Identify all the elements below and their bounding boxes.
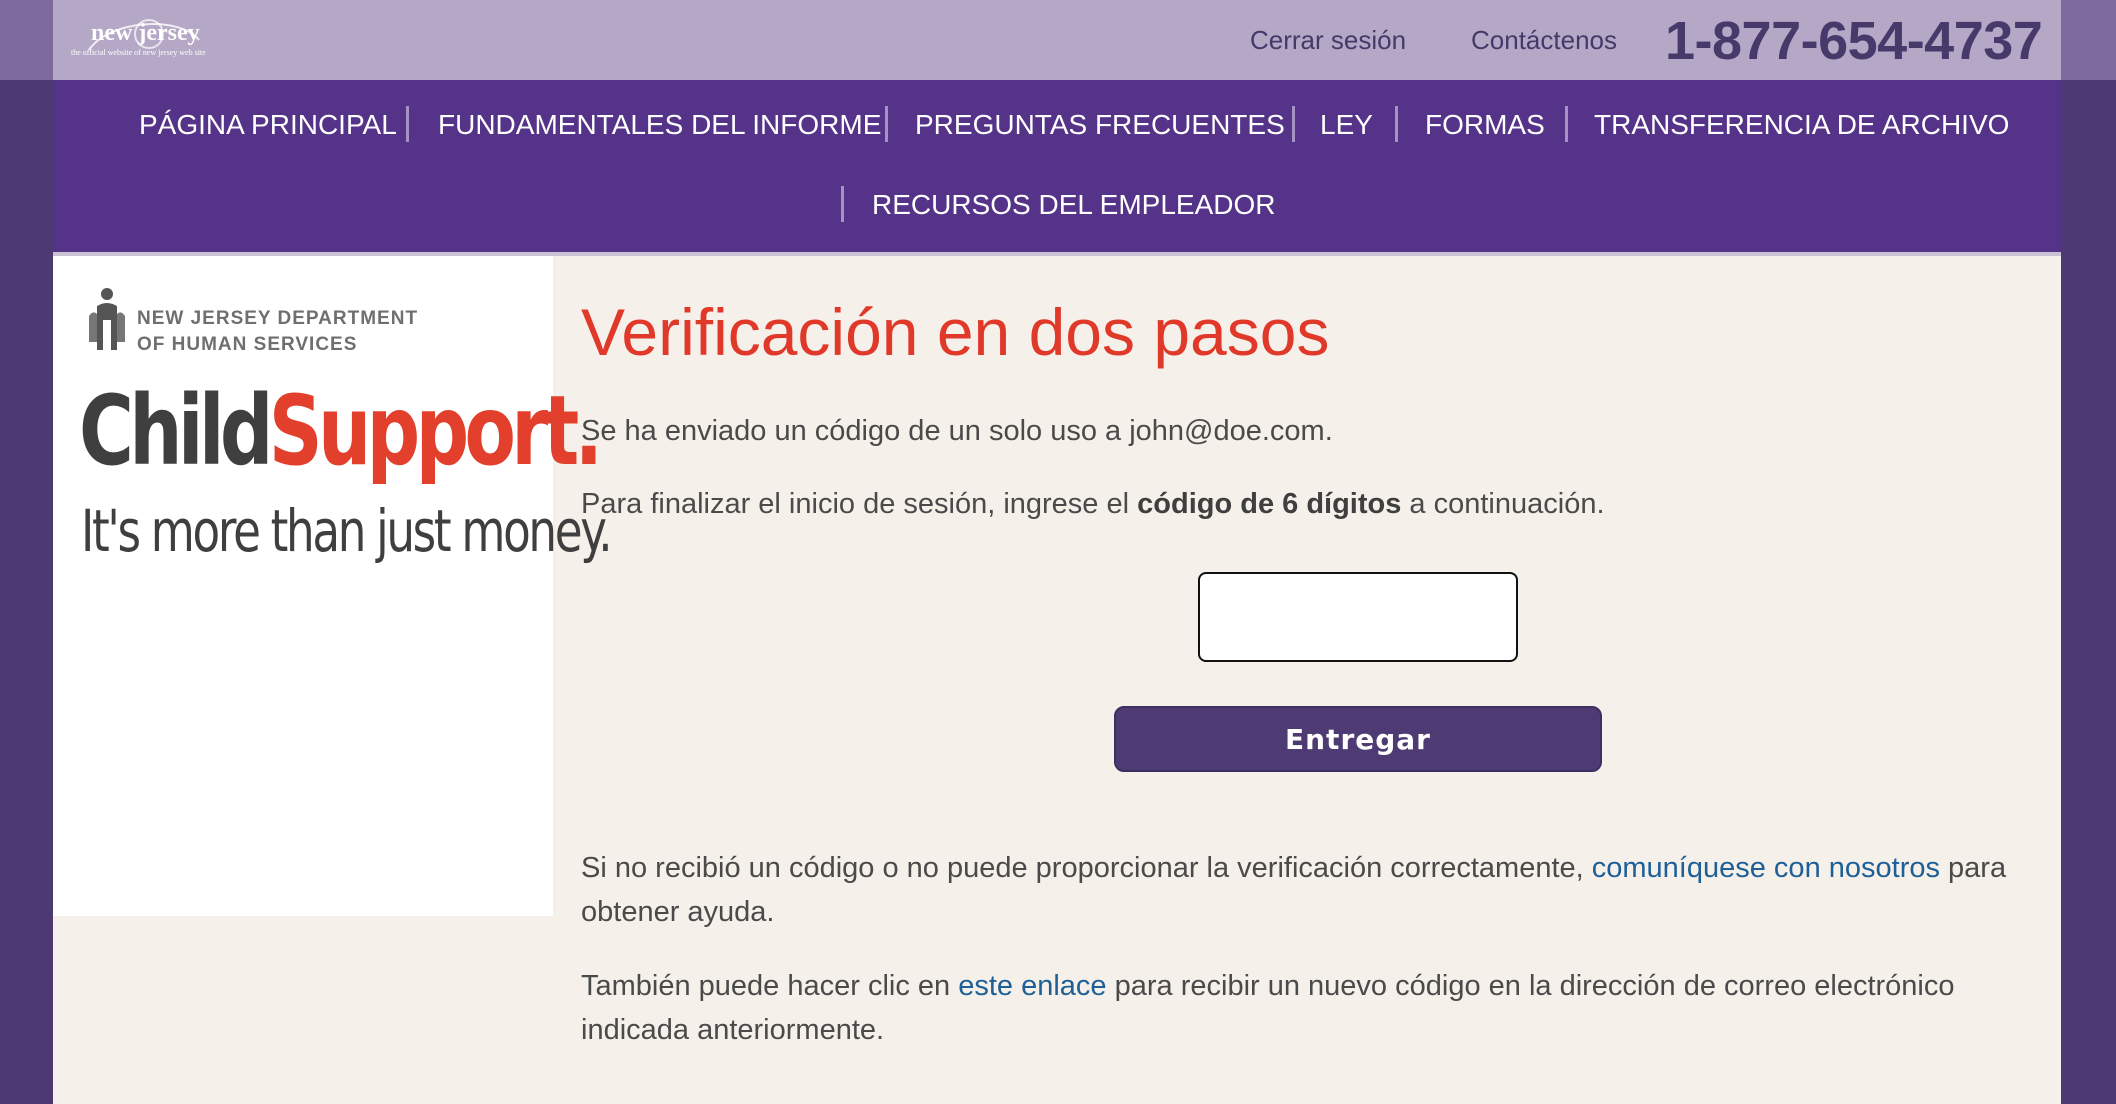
dhs-line2: OF HUMAN SERVICES [137,334,358,355]
contact-link[interactable]: Contáctenos [1471,25,1617,56]
child-support-logo: ChildSupport. [79,375,603,487]
nav-item-home[interactable]: PÁGINA PRINCIPAL [139,109,397,141]
instruction-bold: código de 6 dígitos [1137,488,1402,520]
nav-separator [841,186,844,222]
instruction-start: Para finalizar el inicio de sesión, ingr… [581,488,1138,520]
nav-item-file-transfer[interactable]: TRANSFERENCIA DE ARCHIVO [1594,109,2009,141]
resend-code-link[interactable]: este enlace [958,970,1106,1002]
logo-child: Child [79,375,273,487]
nj-logo-tagline: the official website of new jersey web s… [71,48,206,57]
dhs-name: NEW JERSEY DEPARTMENT OF HUMAN SERVICES [137,306,418,358]
nav-item-report-basics[interactable]: FUNDAMENTALES DEL INFORME [438,109,881,141]
utility-bar: new jersey the official website of new j… [53,0,2061,80]
instruction-text: Para finalizar el inicio de sesión, ingr… [581,482,1605,526]
nav-item-law[interactable]: LEY [1320,109,1373,141]
help-start: Si no recibió un código o no puede propo… [581,852,1592,884]
logo-support: Support. [268,375,603,487]
nav-item-faq[interactable]: PREGUNTAS FRECUENTES [915,109,1285,141]
logo-tagline: It's more than just money. [81,497,613,565]
nav-separator [1565,106,1568,142]
help-text: Si no recibió un código o no puede propo… [581,846,2031,934]
nj-logo[interactable]: new jersey the official website of new j… [69,10,219,70]
nav-separator [406,106,409,142]
resend-text: También puede hacer clic en este enlace … [581,964,2031,1052]
page-title: Verificación en dos pasos [581,295,1330,369]
page-container: new jersey the official website of new j… [53,0,2061,1104]
nav-separator [1292,106,1295,142]
sidebar: NEW JERSEY DEPARTMENT OF HUMAN SERVICES … [53,256,613,916]
logout-link[interactable]: Cerrar sesión [1250,25,1406,56]
nav-separator [885,106,888,142]
content-area: NEW JERSEY DEPARTMENT OF HUMAN SERVICES … [53,256,2061,1104]
phone-number: 1-877-654-4737 [1665,11,2043,71]
nj-logo-word: new jersey [91,20,200,46]
submit-button[interactable]: Entregar [1114,706,1602,772]
dhs-line1: NEW JERSEY DEPARTMENT [137,308,419,329]
contact-us-link[interactable]: comuníquese con nosotros [1592,852,1940,884]
nav-separator [1395,106,1398,142]
nav-item-forms[interactable]: FORMAS [1425,109,1545,141]
nav-item-employer-resources[interactable]: RECURSOS DEL EMPLEADOR [872,189,1276,221]
instruction-end: a continuación. [1401,488,1605,520]
resend-start: También puede hacer clic en [581,970,959,1002]
code-input[interactable] [1198,572,1518,662]
code-sent-text: Se ha enviado un código de un solo uso a… [581,415,1333,447]
dhs-seal-icon [89,288,125,350]
main-nav: PÁGINA PRINCIPAL FUNDAMENTALES DEL INFOR… [53,80,2061,252]
